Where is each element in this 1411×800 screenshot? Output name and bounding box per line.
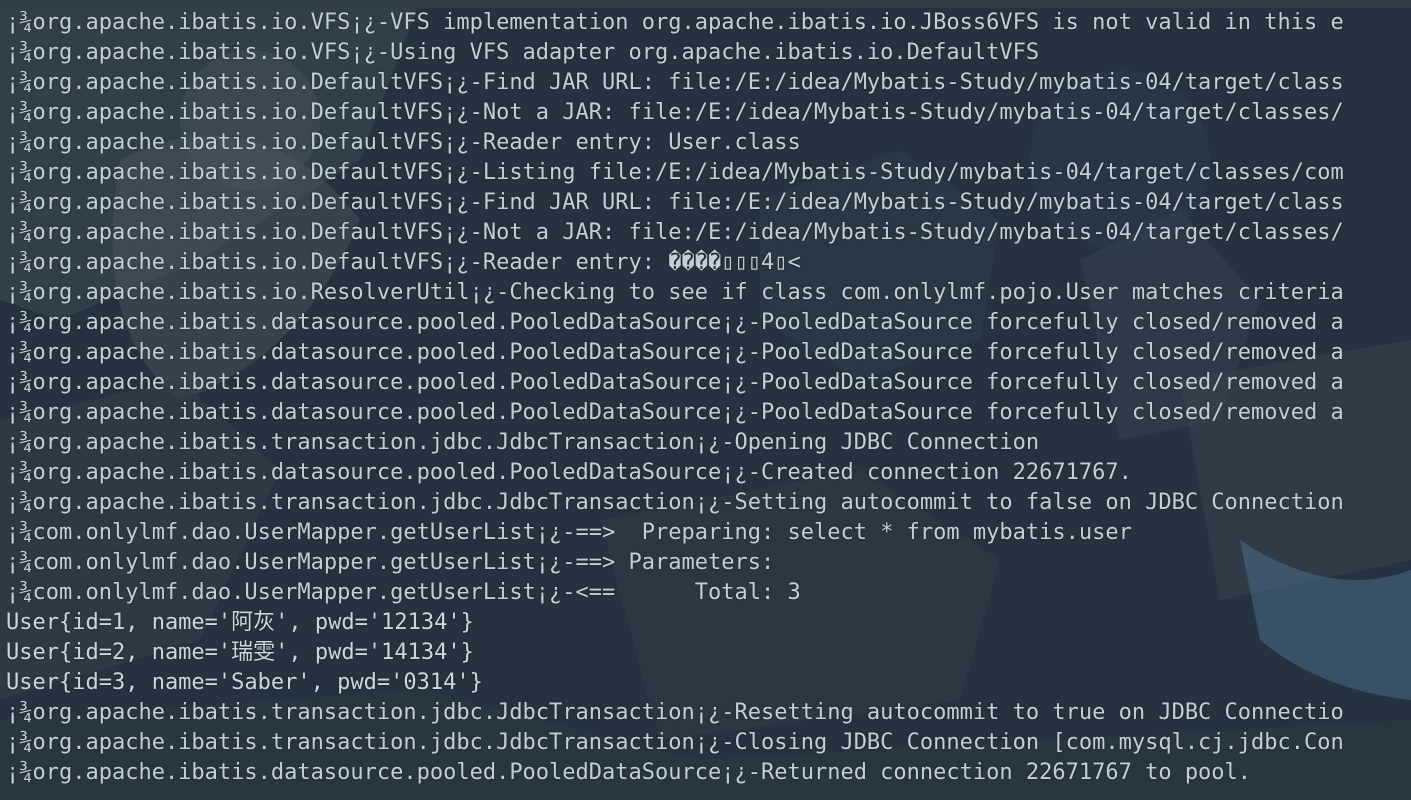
console-log-line: ¡¾org.apache.ibatis.io.DefaultVFS¡¿-Find… [6,190,1344,215]
console-log-line: ¡¾com.onlylmf.dao.UserMapper.getUserList… [6,520,1132,545]
console-log-line: ¡¾org.apache.ibatis.datasource.pooled.Po… [6,370,1344,395]
console-log-line: ¡¾com.onlylmf.dao.UserMapper.getUserList… [6,550,788,575]
console-log-line: ¡¾org.apache.ibatis.datasource.pooled.Po… [6,460,1132,485]
console-log-line: ¡¾org.apache.ibatis.datasource.pooled.Po… [6,310,1344,335]
console-log-line: ¡¾org.apache.ibatis.datasource.pooled.Po… [6,760,1252,785]
console-log-line: ¡¾org.apache.ibatis.io.VFS¡¿-VFS impleme… [6,10,1344,35]
console-log-line: ¡¾org.apache.ibatis.transaction.jdbc.Jdb… [6,730,1344,755]
console-log-line: ¡¾org.apache.ibatis.transaction.jdbc.Jdb… [6,490,1344,515]
console-log-line: ¡¾org.apache.ibatis.transaction.jdbc.Jdb… [6,430,1040,455]
console-log-line: ¡¾org.apache.ibatis.io.VFS¡¿-Using VFS a… [6,40,1040,65]
console-log-line: ¡¾org.apache.ibatis.io.ResolverUtil¡¿-Ch… [6,280,1344,305]
console-log-line: ¡¾org.apache.ibatis.io.DefaultVFS¡¿-Not … [6,100,1344,125]
console-log-line: ¡¾org.apache.ibatis.io.DefaultVFS¡¿-Read… [6,130,801,155]
console-output-line: User{id=1, name='阿灰', pwd='12134'} [6,610,474,635]
console-log-line: ¡¾org.apache.ibatis.io.DefaultVFS¡¿-List… [6,160,1344,185]
console-output-line: User{id=3, name='Saber', pwd='0314'} [6,670,483,695]
console-log-line: ¡¾org.apache.ibatis.io.DefaultVFS¡¿-Read… [6,250,801,275]
console-log-line: ¡¾org.apache.ibatis.io.DefaultVFS¡¿-Not … [6,220,1344,245]
console-log-line: ¡¾org.apache.ibatis.datasource.pooled.Po… [6,340,1344,365]
console-log-line: ¡¾com.onlylmf.dao.UserMapper.getUserList… [6,580,801,605]
console-output[interactable]: ¡¾org.apache.ibatis.io.VFS¡¿-VFS impleme… [0,8,1411,800]
console-log-line: ¡¾org.apache.ibatis.datasource.pooled.Po… [6,400,1344,425]
console-log-line: ¡¾org.apache.ibatis.transaction.jdbc.Jdb… [6,700,1344,725]
console-log-line: ¡¾org.apache.ibatis.io.DefaultVFS¡¿-Find… [6,70,1344,95]
console-output-line: User{id=2, name='瑞雯', pwd='14134'} [6,640,474,665]
window-top-strip [0,0,1411,8]
